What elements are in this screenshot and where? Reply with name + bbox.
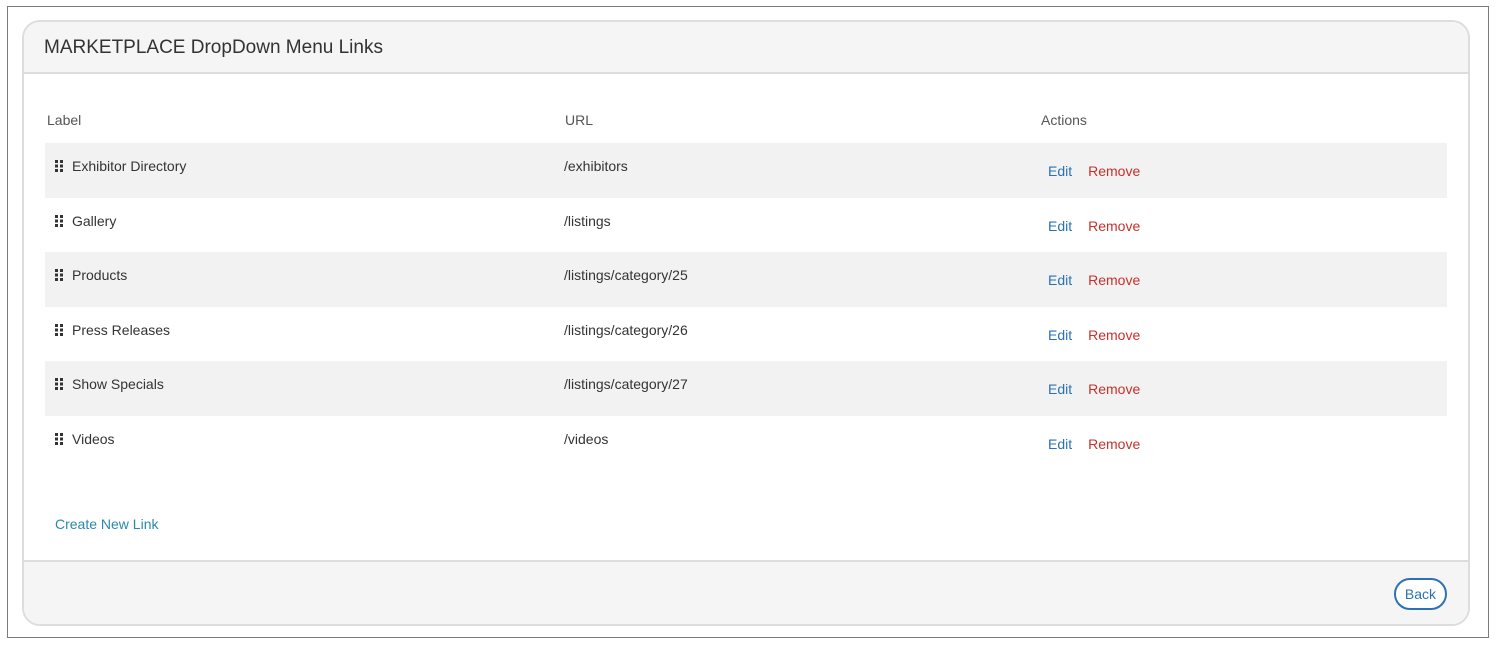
panel-title: MARKETPLACE DropDown Menu Links	[44, 37, 383, 58]
panel-header: MARKETPLACE DropDown Menu Links	[24, 22, 1468, 74]
row-label: Exhibitor Directory	[72, 158, 187, 174]
remove-link[interactable]: Remove	[1088, 381, 1140, 397]
row-label: Gallery	[72, 212, 117, 229]
row-actions: Edit Remove	[1048, 218, 1140, 234]
row-label-cell: Press Releases	[55, 322, 170, 338]
row-label: Show Specials	[72, 376, 164, 392]
row-url: /videos	[564, 430, 609, 447]
row-url: /exhibitors	[564, 158, 628, 174]
row-url: /listings/category/27	[564, 376, 688, 392]
edit-link[interactable]: Edit	[1048, 327, 1072, 343]
panel-footer: Back	[24, 560, 1468, 624]
drag-handle-icon[interactable]	[55, 214, 64, 227]
row-label-cell: Show Specials	[55, 376, 164, 392]
remove-link[interactable]: Remove	[1088, 327, 1140, 343]
row-url: /listings	[564, 212, 611, 229]
remove-link[interactable]: Remove	[1088, 272, 1140, 288]
row-label-cell: Videos	[55, 431, 115, 447]
table-header: Label URL Actions	[45, 108, 1447, 130]
create-new-link[interactable]: Create New Link	[55, 516, 159, 532]
links-table-body: Exhibitor Directory /exhibitors Edit Remo…	[45, 143, 1447, 470]
drag-handle-icon[interactable]	[55, 323, 64, 336]
table-row[interactable]: Videos /videos Edit Remove	[45, 416, 1447, 471]
table-row[interactable]: Gallery /listings Edit Remove	[45, 198, 1447, 253]
drag-handle-icon[interactable]	[55, 160, 64, 172]
row-url: /listings/category/25	[564, 267, 688, 283]
row-actions: Edit Remove	[1048, 381, 1140, 397]
column-header-actions: Actions	[1041, 112, 1087, 128]
drag-handle-icon[interactable]	[55, 378, 64, 390]
edit-link[interactable]: Edit	[1048, 272, 1072, 288]
row-actions: Edit Remove	[1048, 163, 1140, 179]
row-label: Products	[72, 267, 128, 283]
edit-link[interactable]: Edit	[1048, 381, 1072, 397]
row-actions: Edit Remove	[1048, 436, 1140, 452]
row-actions: Edit Remove	[1048, 272, 1140, 288]
edit-link[interactable]: Edit	[1048, 163, 1072, 179]
row-label-cell: Gallery	[55, 213, 116, 229]
row-label: Press Releases	[72, 321, 171, 338]
table-row[interactable]: Show Specials /listings/category/27 Edit…	[45, 361, 1447, 416]
column-header-url: URL	[565, 112, 594, 128]
menu-links-panel: MARKETPLACE DropDown Menu Links Label UR…	[22, 20, 1470, 626]
row-label: Videos	[72, 430, 115, 447]
row-label-cell: Products	[55, 267, 127, 283]
row-label-cell: Exhibitor Directory	[55, 158, 186, 174]
row-url: /listings/category/26	[564, 321, 688, 338]
remove-link[interactable]: Remove	[1088, 436, 1140, 452]
table-row[interactable]: Products /listings/category/25 Edit Remov…	[45, 252, 1447, 307]
table-row[interactable]: Press Releases /listings/category/26 Edi…	[45, 307, 1447, 362]
back-button[interactable]: Back	[1393, 578, 1447, 610]
edit-link[interactable]: Edit	[1048, 218, 1072, 234]
column-header-label: Label	[47, 112, 82, 128]
row-actions: Edit Remove	[1048, 327, 1140, 343]
remove-link[interactable]: Remove	[1088, 163, 1140, 179]
remove-link[interactable]: Remove	[1088, 218, 1140, 234]
drag-handle-icon[interactable]	[55, 432, 64, 445]
drag-handle-icon[interactable]	[55, 269, 64, 281]
edit-link[interactable]: Edit	[1048, 436, 1072, 452]
table-row[interactable]: Exhibitor Directory /exhibitors Edit Remo…	[45, 143, 1447, 198]
panel-body: Label URL Actions Exhibitor Directory /e…	[24, 74, 1468, 560]
